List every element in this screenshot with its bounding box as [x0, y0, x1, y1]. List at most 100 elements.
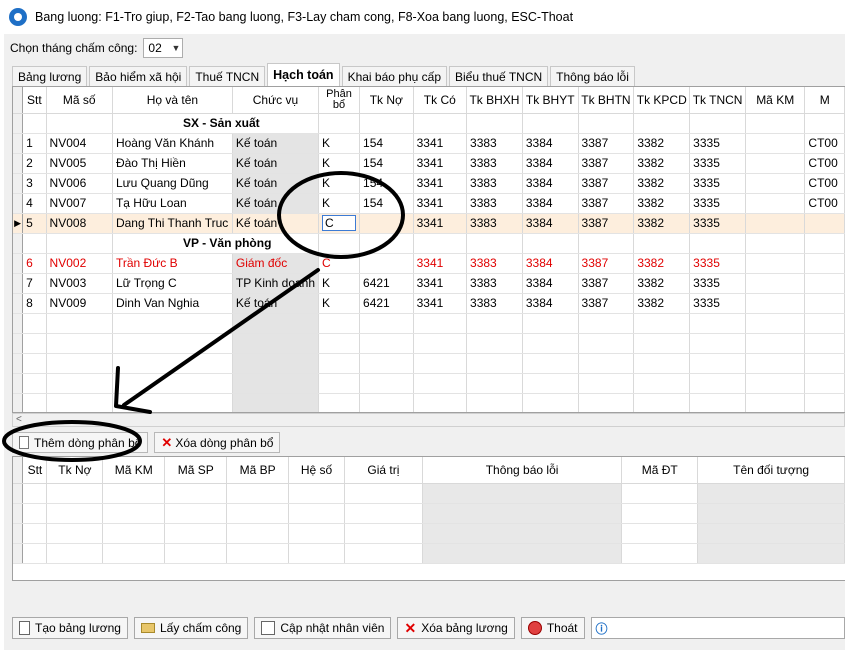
cell-ma-so[interactable]: NV007: [46, 193, 113, 214]
tab-bieu-thue-tncn[interactable]: Biểu thuế TNCN: [449, 66, 549, 86]
cell-stt[interactable]: 8: [22, 293, 47, 314]
cell-ma-km[interactable]: [745, 193, 806, 214]
cell-tk-kpcd[interactable]: 3382: [633, 133, 691, 154]
cell-phan-bo[interactable]: K: [318, 153, 361, 174]
fetch-timesheet-button[interactable]: Lấy chấm công: [133, 617, 249, 639]
cell-stt[interactable]: 6: [22, 253, 47, 274]
tab-khai-bao-phu-cap[interactable]: Khai báo phụ cấp: [341, 66, 447, 86]
cell-tk-bhtn[interactable]: 3387: [578, 273, 635, 294]
table-row[interactable]: 3 NV006 Lưu Quang Dũng Kế toán K 154 3341 3383 3…: [13, 173, 845, 194]
cell-ma-km[interactable]: [745, 253, 806, 274]
col-header-chuc-vu[interactable]: Chức vụ: [232, 87, 320, 114]
cell-tk-co[interactable]: 3341: [413, 133, 468, 154]
cell-tk-bhyt[interactable]: 3384: [522, 133, 579, 154]
cell-tk-kpcd[interactable]: 3382: [633, 213, 691, 234]
col-header-ma-km[interactable]: Mã KM: [745, 87, 806, 114]
col-header-tk-co[interactable]: Tk Có: [413, 87, 468, 114]
cell-ho-ten[interactable]: Lưu Quang Dũng: [112, 173, 233, 194]
tab-bang-luong[interactable]: Bảng lương: [12, 66, 88, 86]
create-payroll-button[interactable]: Tạo bảng lương: [12, 617, 128, 639]
cell-tk-bhyt[interactable]: 3384: [522, 253, 579, 274]
cell-ma-so[interactable]: NV005: [46, 153, 113, 174]
update-employee-button[interactable]: Cập nhật nhân viên: [254, 617, 392, 639]
cell-tk-bhtn[interactable]: 3387: [578, 133, 635, 154]
table-row[interactable]: 7 NV003 Lữ Trọng C TP Kinh doanh K 6421 3341 33…: [13, 273, 845, 294]
cell-phan-bo[interactable]: C: [318, 253, 361, 274]
alloc-col-ma-bp[interactable]: Mã BP: [226, 457, 290, 484]
cell-ma-so[interactable]: NV008: [46, 213, 113, 234]
col-header-tk-tncn[interactable]: Tk TNCN: [689, 87, 746, 114]
phan-bo-editor[interactable]: C: [322, 215, 357, 231]
alloc-col-stt[interactable]: Stt: [22, 457, 48, 484]
alloc-col-ma-km[interactable]: Mã KM: [102, 457, 166, 484]
table-row[interactable]: 2 NV005 Đào Thị Hiền Kế toán K 154 3341 3383 338…: [13, 153, 845, 174]
cell-ma-km[interactable]: [745, 153, 806, 174]
group-row[interactable]: SX - Sản xuất: [13, 113, 845, 134]
allocation-grid[interactable]: Stt Tk Nợ Mã KM Mã SP Mã BP Hệ số Giá tr…: [12, 456, 845, 581]
cell-m[interactable]: CT00: [804, 193, 845, 214]
cell-ma-so[interactable]: NV003: [46, 273, 113, 294]
alloc-col-thong-bao-loi[interactable]: Thông báo lỗi: [422, 457, 623, 484]
alloc-col-ten-doi-tuong[interactable]: Tên đối tượng: [697, 457, 845, 484]
alloc-col-ma-dt[interactable]: Mã ĐT: [621, 457, 699, 484]
cell-tk-tncn[interactable]: 3335: [689, 293, 746, 314]
cell-tk-co[interactable]: 3341: [413, 173, 468, 194]
cell-tk-bhxh[interactable]: 3383: [466, 153, 523, 174]
cell-tk-co[interactable]: 3341: [413, 193, 468, 214]
cell-ma-so[interactable]: NV002: [46, 253, 113, 274]
table-row[interactable]: 8 NV009 Dinh Van Nghia Kế toán K 6421 3341 3383…: [13, 293, 845, 314]
cell-tk-bhtn[interactable]: 3387: [578, 193, 635, 214]
cell-ho-ten[interactable]: Dinh Van Nghia: [112, 293, 233, 314]
cell-phan-bo[interactable]: K: [318, 293, 361, 314]
exit-button[interactable]: Thoát: [520, 617, 585, 639]
cell-tk-bhyt[interactable]: 3384: [522, 293, 579, 314]
cell-m[interactable]: [804, 293, 845, 314]
cell-tk-co[interactable]: 3341: [413, 273, 468, 294]
cell-tk-no[interactable]: [359, 213, 414, 234]
cell-chuc-vu[interactable]: Kế toán: [232, 153, 320, 174]
alloc-col-gia-tri[interactable]: Giá trị: [344, 457, 423, 484]
cell-tk-bhtn[interactable]: 3387: [578, 173, 635, 194]
cell-tk-bhxh[interactable]: 3383: [466, 133, 523, 154]
cell-tk-bhtn[interactable]: 3387: [578, 213, 635, 234]
cell-ho-ten[interactable]: Đào Thị Hiền: [112, 153, 233, 174]
cell-tk-tncn[interactable]: 3335: [689, 253, 746, 274]
cell-tk-no[interactable]: 154: [359, 173, 414, 194]
group-row[interactable]: VP - Văn phòng: [13, 233, 845, 254]
cell-chuc-vu[interactable]: Giám đốc: [232, 253, 320, 274]
cell-tk-co[interactable]: 3341: [413, 213, 468, 234]
cell-tk-bhxh[interactable]: 3383: [466, 293, 523, 314]
alloc-col-he-so[interactable]: Hệ số: [288, 457, 345, 484]
cell-ma-km[interactable]: [745, 173, 806, 194]
cell-ma-km[interactable]: [745, 293, 806, 314]
cell-ho-ten[interactable]: Tạ Hữu Loan: [112, 193, 233, 214]
cell-tk-co[interactable]: 3341: [413, 293, 468, 314]
cell-tk-no[interactable]: [359, 253, 414, 274]
cell-m[interactable]: [804, 273, 845, 294]
cell-phan-bo[interactable]: K: [318, 173, 361, 194]
col-header-tk-kpcd[interactable]: Tk KPCD: [633, 87, 691, 114]
cell-tk-bhyt[interactable]: 3384: [522, 193, 579, 214]
table-row[interactable]: 1 NV004 Hoàng Văn Khánh Kế toán K 154 3341 3383…: [13, 133, 845, 154]
cell-tk-kpcd[interactable]: 3382: [633, 273, 691, 294]
cell-ma-km[interactable]: [745, 213, 806, 234]
cell-chuc-vu[interactable]: Kế toán: [232, 193, 320, 214]
cell-ho-ten[interactable]: Trần Đức B: [112, 253, 233, 274]
month-select[interactable]: 02 ▼: [143, 38, 184, 58]
delete-allocation-row-button[interactable]: ✕ Xóa dòng phân bổ: [154, 432, 281, 453]
col-header-tk-bhxh[interactable]: Tk BHXH: [466, 87, 523, 114]
delete-payroll-button[interactable]: ✕ Xóa bảng lương: [397, 617, 515, 639]
cell-tk-bhxh[interactable]: 3383: [466, 193, 523, 214]
cell-stt[interactable]: 3: [22, 173, 47, 194]
cell-tk-bhtn[interactable]: 3387: [578, 153, 635, 174]
tab-bao-hiem-xa-hoi[interactable]: Bảo hiểm xã hội: [89, 66, 188, 86]
cell-m[interactable]: [804, 253, 845, 274]
cell-tk-no[interactable]: 6421: [359, 273, 414, 294]
cell-tk-bhyt[interactable]: 3384: [522, 213, 579, 234]
scroll-left-arrow-icon[interactable]: <: [16, 414, 22, 425]
cell-tk-bhtn[interactable]: 3387: [578, 253, 635, 274]
col-header-tk-bhyt[interactable]: Tk BHYT: [522, 87, 579, 114]
add-allocation-row-button[interactable]: Thêm dòng phân bổ: [12, 432, 149, 453]
cell-tk-kpcd[interactable]: 3382: [633, 293, 691, 314]
cell-ma-so[interactable]: NV004: [46, 133, 113, 154]
